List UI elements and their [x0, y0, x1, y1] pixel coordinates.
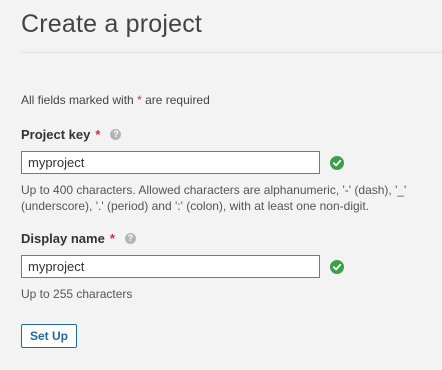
project-key-label: Project key * ?: [21, 127, 122, 142]
project-key-hint: Up to 400 characters. Allowed characters…: [21, 183, 407, 213]
required-asterisk: *: [137, 93, 142, 107]
page-title: Create a project: [21, 10, 203, 38]
check-circle-icon: [330, 156, 344, 170]
required-fields-note: All fields marked with * are required: [21, 93, 210, 107]
display-name-label: Display name * ?: [21, 231, 136, 246]
check-circle-icon: [330, 260, 344, 274]
help-icon[interactable]: ?: [124, 233, 136, 244]
title-divider: [21, 52, 442, 53]
required-asterisk: *: [109, 231, 115, 246]
required-asterisk: *: [95, 127, 101, 142]
set-up-button[interactable]: Set Up: [21, 324, 78, 348]
required-note-suffix: are required: [145, 93, 210, 107]
required-note-prefix: All fields marked with: [21, 93, 134, 107]
display-name-input[interactable]: [21, 255, 320, 278]
display-name-hint: Up to 255 characters: [21, 287, 133, 301]
help-icon[interactable]: ?: [110, 129, 122, 140]
project-key-input[interactable]: [21, 151, 320, 174]
display-name-label-text: Display name: [21, 231, 105, 246]
project-key-label-text: Project key: [21, 127, 91, 142]
